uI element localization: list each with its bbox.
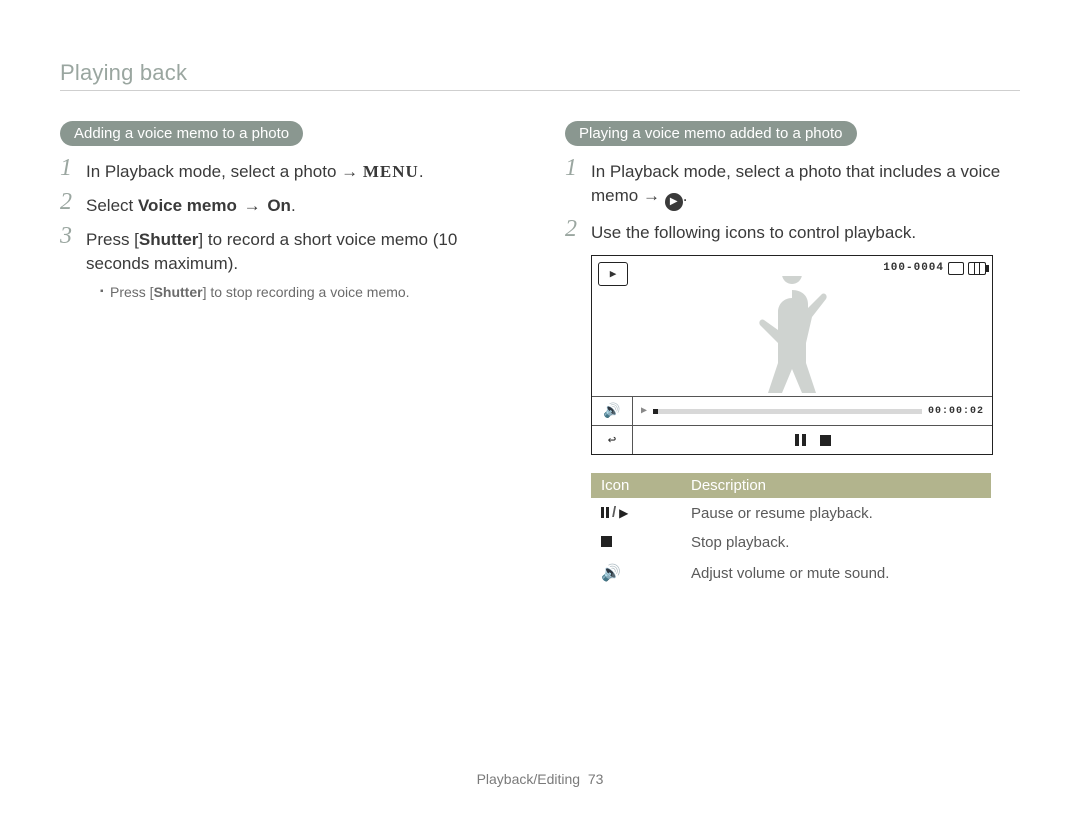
progress-track [653,409,922,414]
th-icon: Icon [591,473,681,498]
step-2-voice-memo: Voice memo [138,196,237,215]
pause-icon [795,434,806,446]
volume-icon: 🔊 [601,565,621,582]
sub-shutter: Shutter [154,284,203,300]
th-desc: Description [681,473,991,498]
memory-icon [948,262,964,275]
step-2-on: On [267,196,291,215]
cell-icon-stop [591,528,681,557]
table-row: 🔊 Adjust volume or mute sound. [591,557,991,589]
play-step-1: In Playback mode, select a photo that in… [565,160,1020,211]
icon-description-table: Icon Description /▶ Pause or resume play… [591,473,991,589]
progress-play-icon: ▶ [641,405,647,417]
playback-mode-icon: ▶ [598,262,628,286]
subsection-pill-add-memo: Adding a voice memo to a photo [60,121,303,146]
playback-controls [633,426,992,454]
step-1-text: In Playback mode, select a photo → [86,162,363,181]
cell-icon-volume: 🔊 [591,557,681,589]
step-2-post: . [291,196,296,215]
table-row: Stop playback. [591,528,991,557]
progress-fill [653,409,658,414]
step-1-tail: . [419,162,424,181]
cell-icon-pause-play: /▶ [591,498,681,528]
lcd-photo-area: ▶ 100-0004 [592,256,992,397]
right-column: Playing a voice memo added to a photo In… [565,121,1020,589]
stop-icon [601,536,612,547]
elapsed-time: 00:00:02 [928,406,984,417]
sub-post: ] to stop recording a voice memo. [203,284,410,300]
footer-page: 73 [588,771,604,787]
step-3-pre: Press [ [86,230,139,249]
file-number: 100-0004 [883,262,944,274]
footer-chapter: Playback/Editing [477,771,581,787]
back-button: ↩ [592,426,633,454]
subsection-pill-play-memo: Playing a voice memo added to a photo [565,121,857,146]
steps-play-memo: In Playback mode, select a photo that in… [565,160,1020,245]
header-rule [60,90,1020,91]
stop-icon [820,435,831,446]
step-2: Select Voice memo → On. [60,194,515,218]
page-footer: Playback/Editing 73 [0,771,1080,787]
step-2-arrow: → [237,196,267,215]
pause-play-icon: /▶ [601,504,628,521]
menu-icon: MENU [363,162,419,181]
play-step-2-text: Use the following icons to control playb… [591,223,916,242]
step-3-sublist: Press [Shutter] to stop recording a voic… [86,276,515,302]
play-step-1-post: . [683,186,688,205]
manual-page: Playing back Adding a voice memo to a ph… [0,0,1080,815]
left-column: Adding a voice memo to a photo In Playba… [60,121,515,589]
progress-bar-area: ▶ 00:00:02 [633,397,992,425]
play-icon: ▶ [665,193,683,211]
photo-silhouette [747,276,837,396]
step-2-pre: Select [86,196,138,215]
table-row: /▶ Pause or resume playback. [591,498,991,528]
battery-icon [968,262,986,275]
cell-desc-pause-play: Pause or resume playback. [681,498,991,528]
lcd-screen: ▶ 100-0004 🔊 ▶ 00:00:02 [591,255,993,455]
play-step-1-pre: In Playback mode, select a photo that in… [591,162,1000,205]
two-column-layout: Adding a voice memo to a photo In Playba… [60,121,1020,589]
cell-desc-stop: Stop playback. [681,528,991,557]
step-3-sub: Press [Shutter] to stop recording a voic… [100,282,515,302]
section-header: Playing back [60,60,1020,86]
step-1: In Playback mode, select a photo → MENU. [60,160,515,184]
play-step-2: Use the following icons to control playb… [565,221,1020,245]
cell-desc-volume: Adjust volume or mute sound. [681,557,991,589]
step-3: Press [Shutter] to record a short voice … [60,228,515,302]
lcd-progress-row: 🔊 ▶ 00:00:02 [592,397,992,425]
steps-add-memo: In Playback mode, select a photo → MENU.… [60,160,515,302]
sub-pre: Press [ [110,284,154,300]
table-header-row: Icon Description [591,473,991,498]
lcd-control-row: ↩ [592,425,992,454]
step-3-shutter: Shutter [139,230,199,249]
volume-button: 🔊 [592,397,633,425]
